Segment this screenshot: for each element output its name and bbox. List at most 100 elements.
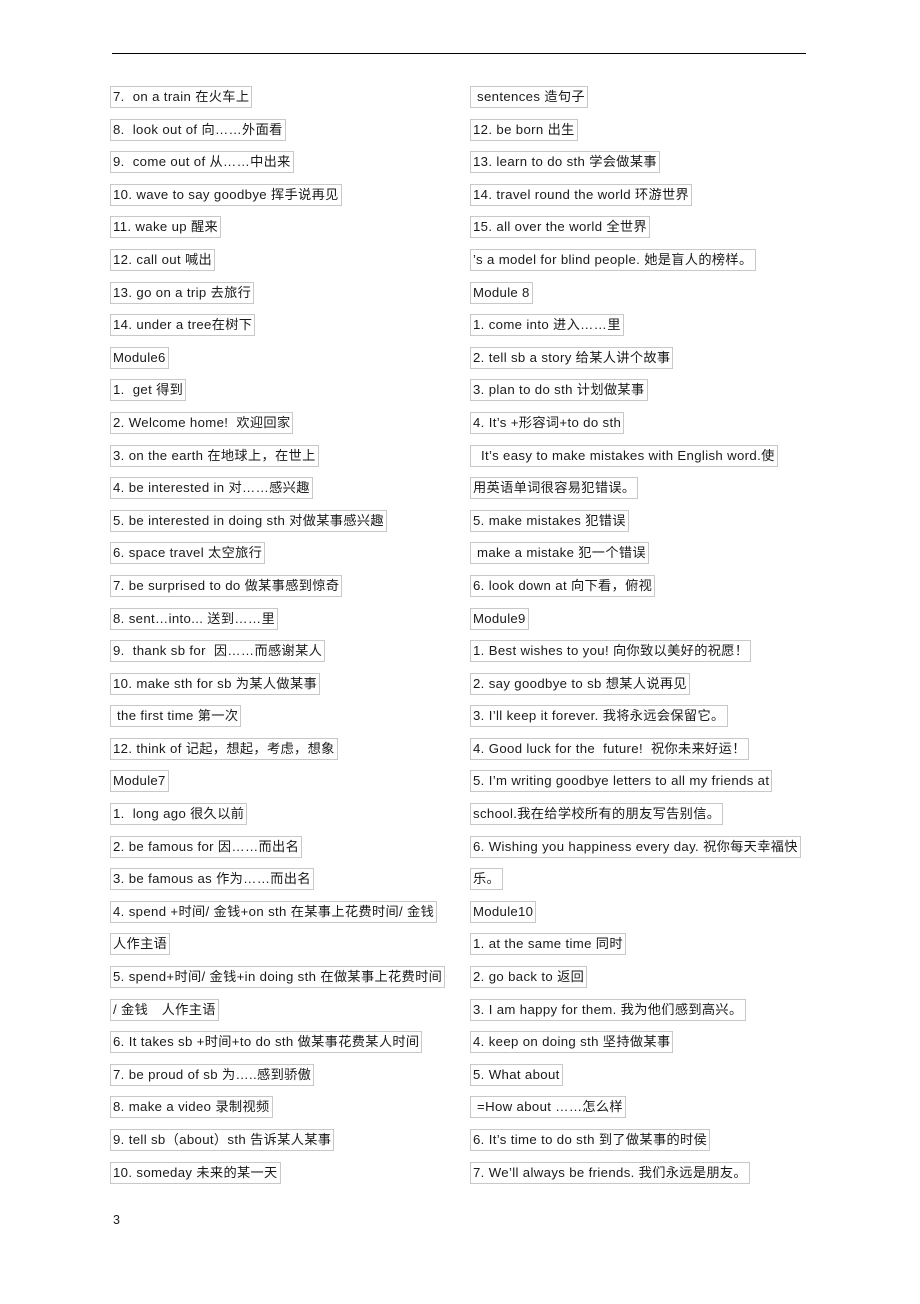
vocabulary-line: 1. come into 进入……里: [470, 310, 822, 343]
vocabulary-line: 3. plan to do sth 计划做某事: [470, 375, 822, 408]
line-text: 7. be surprised to do 做某事感到惊奇: [110, 574, 343, 597]
line-text: 人作主语: [110, 933, 171, 956]
line-text: 4. be interested in 对……感兴趣: [110, 477, 313, 500]
vocabulary-line: 8. sent…into... 送到……里: [110, 604, 460, 637]
line-text: 5. be interested in doing sth 对做某事感兴趣: [110, 509, 387, 532]
vocabulary-line: 15. all over the world 全世界: [470, 212, 822, 245]
module-heading: Module6: [110, 343, 460, 376]
vocabulary-line: 1. get 得到: [110, 375, 460, 408]
vocabulary-line: 9. tell sb（about）sth 告诉某人某事: [110, 1125, 460, 1158]
module-heading: Module10: [470, 897, 822, 930]
vocabulary-line: 1. at the same time 同时: [470, 929, 822, 962]
vocabulary-line: 12. call out 喊出: [110, 245, 460, 278]
vocabulary-line: 14. under a tree在树下: [110, 310, 460, 343]
line-text: Module10: [470, 900, 537, 923]
line-text: the first time 第一次: [110, 705, 242, 728]
line-text: 5. What about: [470, 1063, 563, 1086]
line-text: / 金钱 人作主语: [110, 998, 219, 1021]
vocabulary-line: 9. come out of 从……中出来: [110, 147, 460, 180]
vocabulary-line: 6. It’s time to do sth 到了做某事的时侯: [470, 1125, 822, 1158]
line-text: 乐。: [470, 868, 504, 891]
line-text: 3. on the earth 在地球上，在世上: [110, 444, 319, 467]
vocabulary-line: 8. make a video 录制视频: [110, 1092, 460, 1125]
left-text-column: 7. on a train 在火车上 8. look out of 向……外面看 9…: [110, 82, 460, 1190]
line-text: =How about ……怎么样: [470, 1096, 626, 1119]
line-text: 4. Good luck for the future! 祝你未来好运！: [470, 737, 749, 760]
line-text: 2. tell sb a story 给某人讲个故事: [470, 346, 674, 369]
vocabulary-line: 6. Wishing you happiness every day. 祝你每天…: [470, 832, 822, 865]
vocabulary-line: make a mistake 犯一个错误: [470, 538, 822, 571]
line-text: 1. get 得到: [110, 379, 187, 402]
vocabulary-line: 12. think of 记起，想起，考虑，想象: [110, 734, 460, 767]
line-text: 2. Welcome home! 欢迎回家: [110, 411, 294, 434]
vocabulary-line: 12. be born 出生: [470, 115, 822, 148]
line-text: 7. be proud of sb 为…..感到骄傲: [110, 1063, 315, 1086]
line-text: 5. make mistakes 犯错误: [470, 509, 629, 532]
header-rule: [112, 53, 806, 54]
vocabulary-line: 5. be interested in doing sth 对做某事感兴趣: [110, 506, 460, 539]
line-text: 9. thank sb for 因……而感谢某人: [110, 640, 326, 663]
vocabulary-line: / 金钱 人作主语: [110, 995, 460, 1028]
vocabulary-line: 4. spend +时间/ 金钱+on sth 在某事上花费时间/ 金钱: [110, 897, 460, 930]
vocabulary-line: the first time 第一次: [110, 701, 460, 734]
line-text: Module 8: [470, 281, 533, 304]
vocabulary-line: 人作主语: [110, 929, 460, 962]
line-text: 13. learn to do sth 学会做某事: [470, 151, 660, 174]
line-text: 1. come into 进入……里: [470, 314, 624, 337]
vocabulary-line: 10. make sth for sb 为某人做某事: [110, 669, 460, 702]
vocabulary-line: 1. Best wishes to you! 向你致以美好的祝愿！: [470, 636, 822, 669]
line-text: 13. go on a trip 去旅行: [110, 281, 255, 304]
vocabulary-line: 6. space travel 太空旅行: [110, 538, 460, 571]
line-text: 8. sent…into... 送到……里: [110, 607, 278, 630]
line-text: 3. plan to do sth 计划做某事: [470, 379, 648, 402]
document-page: 7. on a train 在火车上 8. look out of 向……外面看 9…: [0, 0, 920, 1304]
line-text: 6. It takes sb +时间+to do sth 做某事花费某人时间: [110, 1031, 423, 1054]
vocabulary-line: 7. be proud of sb 为…..感到骄傲: [110, 1060, 460, 1093]
vocabulary-line: 6. It takes sb +时间+to do sth 做某事花费某人时间: [110, 1027, 460, 1060]
line-text: Module7: [110, 770, 169, 793]
vocabulary-line: 10. wave to say goodbye 挥手说再见: [110, 180, 460, 213]
vocabulary-line: 4. keep on doing sth 坚持做某事: [470, 1027, 822, 1060]
vocabulary-line: 7. be surprised to do 做某事感到惊奇: [110, 571, 460, 604]
vocabulary-line: 11. wake up 醒来: [110, 212, 460, 245]
vocabulary-line: 4. Good luck for the future! 祝你未来好运！: [470, 734, 822, 767]
line-text: 用英语单词很容易犯错误。: [470, 477, 639, 500]
vocabulary-line: 7. on a train 在火车上: [110, 82, 460, 115]
line-text: 1. Best wishes to you! 向你致以美好的祝愿！: [470, 640, 752, 663]
line-text: 3. I am happy for them. 我为他们感到高兴。: [470, 998, 746, 1021]
line-text: ’s a model for blind people. 她是盲人的榜样。: [470, 248, 756, 271]
line-text: make a mistake 犯一个错误: [470, 542, 649, 565]
vocabulary-line: 2. say goodbye to sb 想某人说再见: [470, 669, 822, 702]
vocabulary-line: 5. I’m writing goodbye letters to all my…: [470, 766, 822, 799]
line-text: school.我在给学校所有的朋友写告别信。: [470, 803, 724, 826]
line-text: 10. someday 未来的某一天: [110, 1161, 281, 1184]
line-text: 10. make sth for sb 为某人做某事: [110, 672, 321, 695]
page-number: 3: [113, 1213, 120, 1227]
vocabulary-line: 1. long ago 很久以前: [110, 799, 460, 832]
line-text: 11. wake up 醒来: [110, 216, 222, 239]
line-text: 4. keep on doing sth 坚持做某事: [470, 1031, 674, 1054]
line-text: sentences 造句子: [470, 86, 588, 108]
line-text: Module6: [110, 346, 169, 369]
module-heading: Module9: [470, 604, 822, 637]
vocabulary-line: 2. be famous for 因……而出名: [110, 832, 460, 865]
vocabulary-line: 6. look down at 向下看，俯视: [470, 571, 822, 604]
line-text: It’s easy to make mistakes with English …: [470, 444, 778, 467]
line-text: 6. space travel 太空旅行: [110, 542, 266, 565]
vocabulary-line: 用英语单词很容易犯错误。: [470, 473, 822, 506]
line-text: 12. be born 出生: [470, 118, 578, 141]
vocabulary-line: ’s a model for blind people. 她是盲人的榜样。: [470, 245, 822, 278]
line-text: 12. call out 喊出: [110, 248, 216, 271]
line-text: 4. It’s +形容词+to do sth: [470, 411, 625, 434]
line-text: 6. look down at 向下看，俯视: [470, 574, 656, 597]
line-text: Module9: [470, 607, 529, 630]
vocabulary-line: 13. go on a trip 去旅行: [110, 278, 460, 311]
line-text: 14. under a tree在树下: [110, 314, 256, 337]
vocabulary-line: sentences 造句子: [470, 82, 822, 115]
line-text: 2. say goodbye to sb 想某人说再见: [470, 672, 690, 695]
line-text: 14. travel round the world 环游世界: [470, 183, 693, 206]
vocabulary-line: 7. We’ll always be friends. 我们永远是朋友。: [470, 1158, 822, 1191]
vocabulary-line: 5. What about: [470, 1060, 822, 1093]
vocabulary-line: 5. make mistakes 犯错误: [470, 506, 822, 539]
vocabulary-line: 4. It’s +形容词+to do sth: [470, 408, 822, 441]
